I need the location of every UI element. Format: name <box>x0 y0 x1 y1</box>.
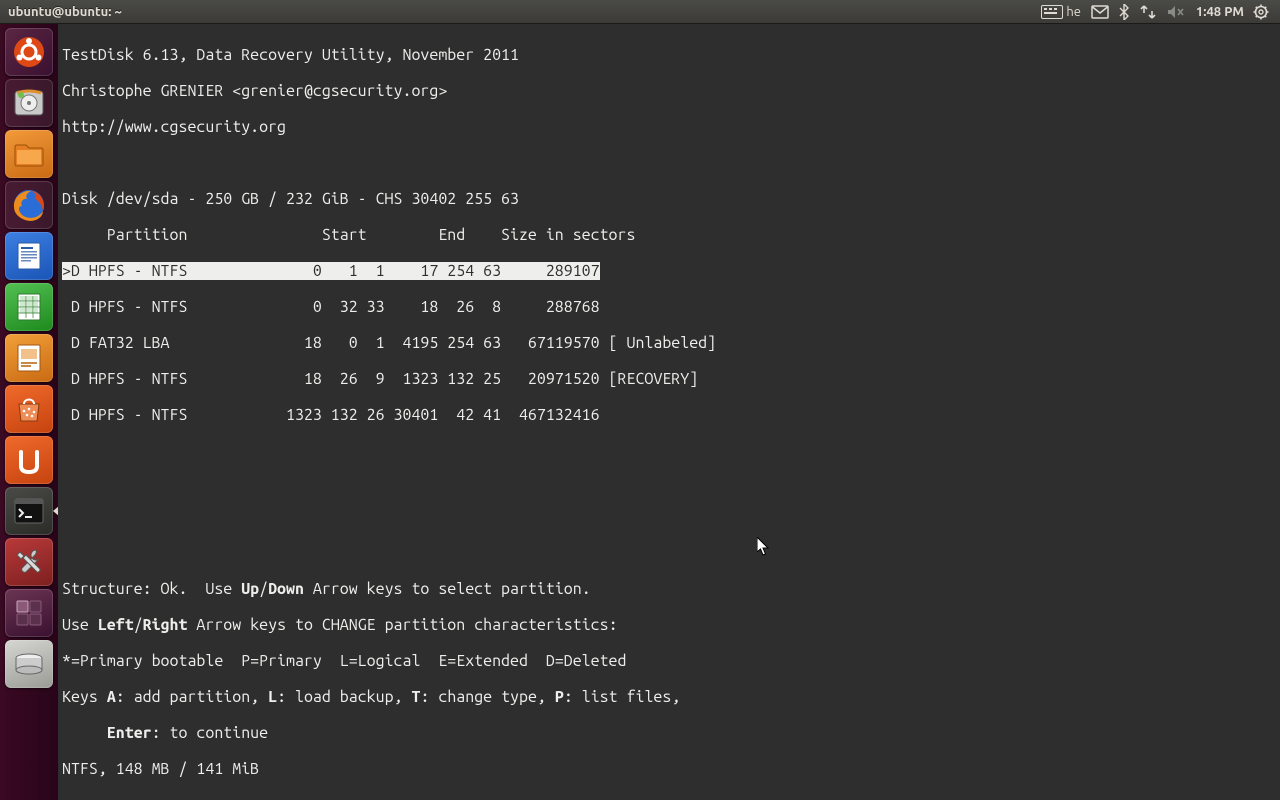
launcher-calc[interactable] <box>5 283 53 331</box>
bluetooth-indicator[interactable] <box>1114 0 1134 24</box>
hint-line: Use Left/Right Arrow keys to CHANGE part… <box>62 616 1276 634</box>
drive-icon <box>9 644 49 684</box>
tools-icon <box>9 542 49 582</box>
terminal-icon <box>9 491 49 531</box>
ubuntu-one-icon <box>9 440 49 480</box>
volume-indicator[interactable] <box>1162 0 1190 24</box>
launcher-terminal[interactable] <box>5 487 53 535</box>
folder-icon <box>9 134 49 174</box>
writer-icon <box>9 236 49 276</box>
gear-icon <box>1253 4 1269 20</box>
launcher-ubuntu-one[interactable] <box>5 436 53 484</box>
keyboard-indicator[interactable]: he <box>1036 0 1086 24</box>
partition-row[interactable]: >D HPFS - NTFS 0 1 1 17 254 63 289107 <box>62 262 1276 280</box>
launcher-dash[interactable] <box>5 28 53 76</box>
bluetooth-icon <box>1119 4 1129 20</box>
header-line: TestDisk 6.13, Data Recovery Utility, No… <box>62 46 1276 64</box>
column-headers: Partition Start End Size in sectors <box>62 226 1276 244</box>
bag-icon <box>9 389 49 429</box>
launcher-software-center[interactable] <box>5 385 53 433</box>
volume-mute-icon <box>1167 4 1185 20</box>
launcher-impress[interactable] <box>5 334 53 382</box>
launcher <box>0 24 58 800</box>
hint-line: Structure: Ok. Use Up/Down Arrow keys to… <box>62 580 1276 598</box>
footer-block: Structure: Ok. Use Up/Down Arrow keys to… <box>62 562 1276 796</box>
partition-row[interactable]: D FAT32 LBA 18 0 1 4195 254 63 67119570 … <box>62 334 1276 352</box>
hint-line: *=Primary bootable P=Primary L=Logical E… <box>62 652 1276 670</box>
terminal[interactable]: TestDisk 6.13, Data Recovery Utility, No… <box>58 24 1280 800</box>
clock[interactable]: 1:48 PM <box>1190 0 1248 24</box>
status-line: NTFS, 148 MB / 141 MiB <box>62 760 1276 778</box>
launcher-removable-drive[interactable] <box>5 640 53 688</box>
partition-row[interactable]: D HPFS - NTFS 0 32 33 18 26 8 288768 <box>62 298 1276 316</box>
keyboard-layout-label: he <box>1066 5 1081 19</box>
firefox-icon <box>9 185 49 225</box>
session-indicator[interactable] <box>1248 0 1274 24</box>
calc-icon <box>9 287 49 327</box>
launcher-files[interactable] <box>5 130 53 178</box>
window-title: ubuntu@ubuntu: ~ <box>8 5 122 19</box>
keyboard-icon <box>1041 5 1063 19</box>
disk-info: Disk /dev/sda - 250 GB / 232 GiB - CHS 3… <box>62 190 1276 208</box>
hint-line: Keys A: add partition, L: load backup, T… <box>62 688 1276 706</box>
network-indicator[interactable] <box>1134 0 1162 24</box>
launcher-settings[interactable] <box>5 538 53 586</box>
launcher-workspace-switcher[interactable] <box>5 589 53 637</box>
launcher-firefox[interactable] <box>5 181 53 229</box>
mail-icon <box>1091 5 1109 19</box>
top-panel: ubuntu@ubuntu: ~ he 1:48 PM <box>0 0 1280 24</box>
launcher-disk-utility[interactable] <box>5 79 53 127</box>
partition-row[interactable]: D HPFS - NTFS 18 26 9 1323 132 25 209715… <box>62 370 1276 388</box>
hint-line: Enter: to continue <box>62 724 1276 742</box>
workspace-icon <box>9 593 49 633</box>
partition-row[interactable]: D HPFS - NTFS 1323 132 26 30401 42 41 46… <box>62 406 1276 424</box>
impress-icon <box>9 338 49 378</box>
ubuntu-icon <box>9 32 49 72</box>
launcher-writer[interactable] <box>5 232 53 280</box>
header-line: Christophe GRENIER <grenier@cgsecurity.o… <box>62 82 1276 100</box>
header-line: http://www.cgsecurity.org <box>62 118 1276 136</box>
mail-indicator[interactable] <box>1086 0 1114 24</box>
disk-icon <box>9 83 49 123</box>
network-icon <box>1139 4 1157 20</box>
